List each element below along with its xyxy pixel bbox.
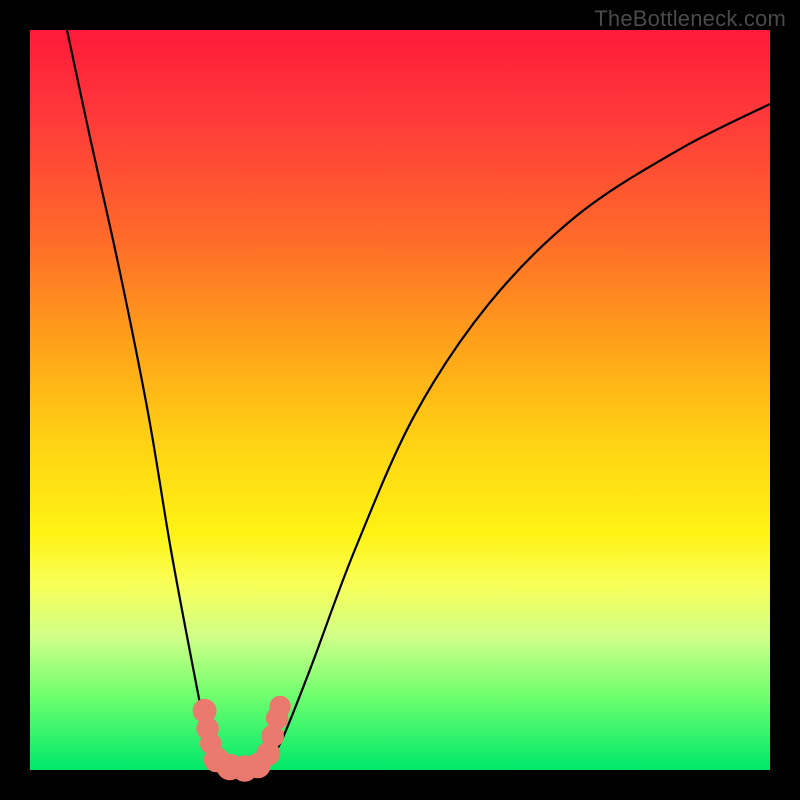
watermark-text: TheBottleneck.com <box>594 6 786 32</box>
curve-svg <box>30 30 770 770</box>
chart-frame: TheBottleneck.com <box>0 0 800 800</box>
bead-marker <box>269 696 290 717</box>
plot-area <box>30 30 770 770</box>
bottleneck-curve <box>67 30 770 771</box>
bead-group <box>193 696 291 782</box>
